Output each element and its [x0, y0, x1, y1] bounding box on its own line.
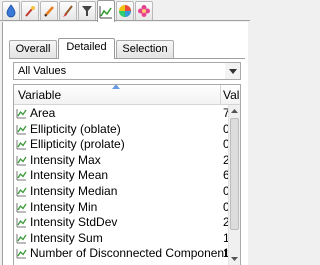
statistics-chart-icon: [16, 140, 27, 150]
tab-detailed[interactable]: Detailed: [58, 38, 115, 59]
tool-tab-strip: [0, 0, 250, 22]
tab-selection-label: Selection: [122, 43, 168, 55]
drop-icon: [6, 4, 16, 18]
vertical-scrollbar[interactable]: [228, 105, 240, 265]
statistics-chart-icon: [16, 233, 27, 244]
subtab-bar: Overall Detailed Selection: [9, 38, 245, 59]
scrollbar-thumb[interactable]: [230, 118, 239, 230]
flower-icon: [138, 5, 150, 17]
tab-wand[interactable]: [21, 1, 39, 20]
statistics-chart-icon: [16, 249, 27, 259]
tab-selection[interactable]: Selection: [116, 40, 174, 58]
tab-brush[interactable]: [59, 1, 77, 20]
tab-flower[interactable]: [135, 1, 153, 20]
column-header-variable[interactable]: Variable: [18, 88, 218, 102]
column-header-value[interactable]: Val: [223, 88, 239, 102]
table-row[interactable]: Intensity Mean6.0: [14, 168, 237, 184]
variable-name: Intensity Max: [30, 152, 101, 167]
table-row[interactable]: Intensity Median0.0: [14, 183, 237, 200]
tab-drop[interactable]: [2, 1, 20, 20]
statistics-chart-icon: [16, 109, 27, 119]
variable-name: Intensity StdDev: [30, 215, 118, 230]
statistics-chart-icon: [16, 155, 27, 166]
wand-icon: [25, 6, 35, 17]
tab-filter[interactable]: [78, 1, 96, 20]
tab-overall-label: Overall: [15, 43, 51, 55]
tab-color-wheel[interactable]: [116, 1, 134, 20]
table-row[interactable]: Intensity Max220: [14, 152, 237, 169]
variable-name: Intensity Sum: [30, 230, 103, 245]
table-row[interactable]: Area753: [14, 106, 237, 122]
variable-name: Intensity Median: [30, 183, 118, 198]
tab-detailed-label: Detailed: [66, 41, 107, 53]
statistics-chart-icon: [16, 186, 27, 197]
table-body: Area753Ellipticity (oblate)0.8Ellipticit…: [14, 106, 237, 262]
filter-funnel-icon: [82, 6, 92, 16]
scroll-down-icon[interactable]: [229, 253, 240, 265]
scroll-up-icon[interactable]: [229, 105, 240, 117]
statistics-panel: Overall Detailed Selection All Values Va…: [2, 22, 248, 265]
color-wheel-icon: [119, 5, 131, 17]
table-row[interactable]: Ellipticity (oblate)0.8: [14, 121, 237, 138]
statistics-table: Variable Val Area753Ellipticity (oblate)…: [13, 84, 241, 265]
brush-icon: [63, 5, 73, 17]
statistics-chart-icon: [16, 124, 27, 134]
variable-name: Area: [30, 106, 56, 120]
statistics-chart-icon: [16, 171, 27, 181]
table-row[interactable]: Intensity Sum1.4: [14, 230, 237, 247]
table-row[interactable]: Intensity Min0.0: [14, 199, 237, 216]
column-divider[interactable]: [220, 85, 221, 105]
variable-name: Intensity Min: [30, 199, 98, 214]
variable-name: Ellipticity (oblate): [30, 121, 121, 136]
values-filter-dropdown[interactable]: All Values: [13, 62, 241, 80]
table-header: Variable Val: [14, 85, 240, 105]
tab-statistics[interactable]: [97, 0, 115, 22]
statistics-chart-icon: [16, 218, 27, 228]
variable-name: Intensity Mean: [30, 168, 109, 183]
chevron-down-icon[interactable]: [225, 63, 240, 79]
table-row[interactable]: Number of Disconnected Components 1: [14, 246, 233, 262]
statistics-chart-icon: [16, 202, 27, 212]
variable-name: Ellipticity (prolate): [30, 137, 125, 152]
table-row[interactable]: Intensity StdDev27.: [14, 215, 237, 231]
detailed-tab-content: All Values Variable Val Area753Elliptici…: [9, 58, 245, 265]
values-filter-value: All Values: [18, 65, 67, 77]
tab-pencil[interactable]: [40, 1, 58, 20]
pencil-icon: [44, 6, 54, 17]
statistics-chart-icon: [99, 5, 112, 18]
variable-name: Number of Disconnected Components: [30, 246, 234, 261]
tab-overall[interactable]: Overall: [9, 40, 57, 58]
table-row[interactable]: Ellipticity (prolate)0.0: [14, 137, 237, 153]
